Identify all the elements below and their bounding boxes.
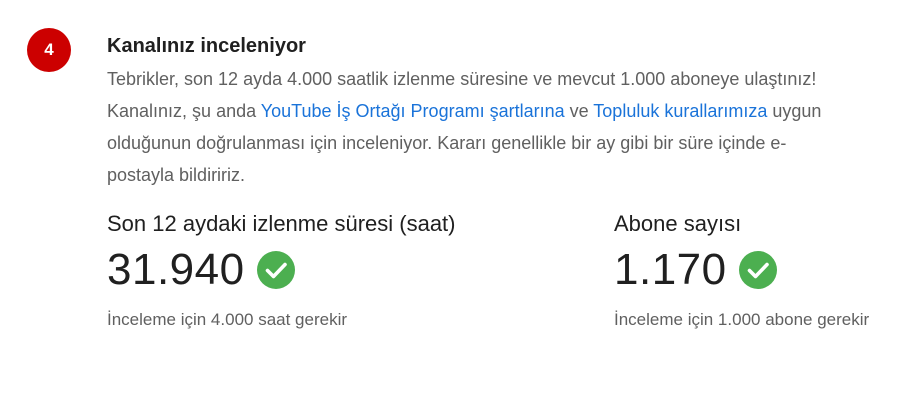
check-circle-icon: [738, 251, 777, 289]
watch-time-value: 31.940: [107, 245, 245, 294]
subscriber-value-row: 1.170: [614, 244, 874, 296]
subscriber-label: Abone sayısı: [614, 211, 742, 236]
subscriber-stat: Abone sayısı 1.170 İnceleme için 1.000 a…: [614, 210, 874, 332]
step-number-badge: 4: [27, 28, 71, 72]
eligibility-stats: Son 12 aydaki izlenme süresi (saat) 31.9…: [107, 210, 887, 360]
subscriber-value: 1.170: [614, 245, 727, 294]
subscriber-requirement: İnceleme için 1.000 abone gerekir: [614, 310, 870, 329]
watch-time-stat: Son 12 aydaki izlenme süresi (saat) 31.9…: [107, 210, 547, 332]
review-description-part2: ve: [564, 101, 594, 121]
review-title: Kanalınız inceleniyor: [107, 35, 306, 57]
check-circle-icon: [256, 251, 295, 289]
community-guidelines-link[interactable]: Topluluk kurallarımıza: [593, 101, 767, 121]
watch-time-value-row: 31.940: [107, 244, 547, 296]
watch-time-label: Son 12 aydaki izlenme süresi (saat): [107, 211, 456, 236]
watch-time-requirement: İnceleme için 4.000 saat gerekir: [107, 310, 348, 329]
step-number: 4: [44, 40, 54, 59]
ypp-terms-link[interactable]: YouTube İş Ortağı Programı şartlarına: [261, 101, 565, 121]
review-section: Kanalınız inceleniyor Tebrikler, son 12 …: [107, 33, 867, 191]
review-description: Tebrikler, son 12 ayda 4.000 saatlik izl…: [107, 63, 852, 191]
